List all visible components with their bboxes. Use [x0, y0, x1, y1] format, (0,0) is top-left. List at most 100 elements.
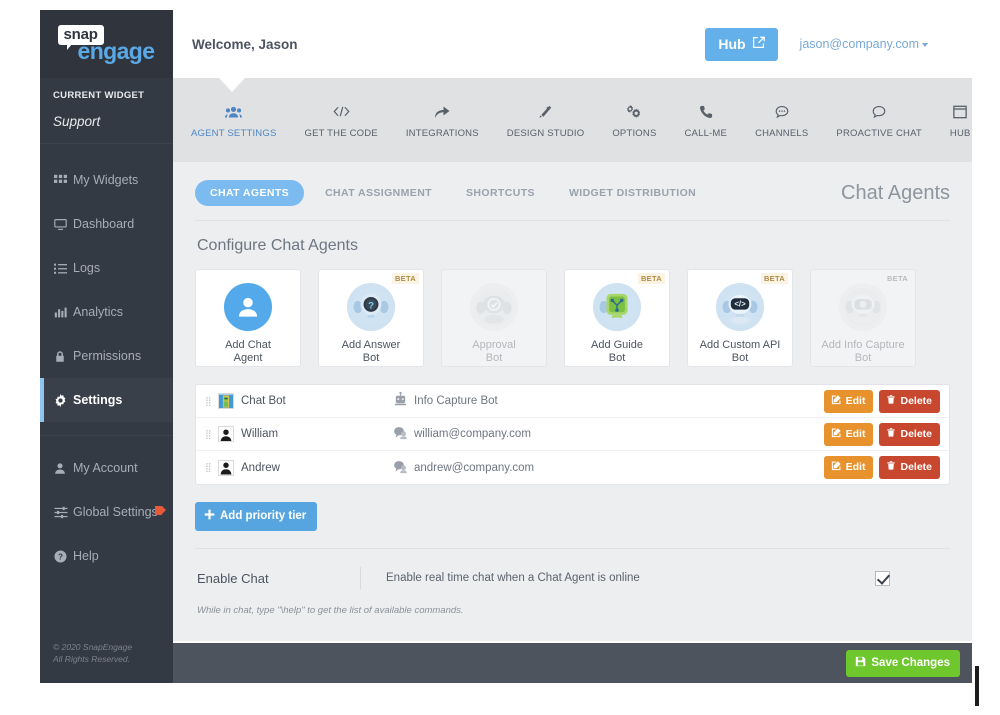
- people-icon: [191, 101, 277, 122]
- tab-integrations[interactable]: INTEGRATIONS: [392, 101, 493, 139]
- primary-tabs: AGENT SETTINGS GET THE CODE INTEGRATIONS…: [173, 78, 972, 162]
- save-changes-button[interactable]: Save Changes: [846, 649, 960, 677]
- tab-agent-settings[interactable]: AGENT SETTINGS: [177, 101, 291, 139]
- sidebar-item-dashboard[interactable]: Dashboard: [40, 202, 173, 246]
- delete-label: Delete: [900, 427, 932, 440]
- lock-icon: [54, 350, 73, 363]
- sidebar-item-global-settings[interactable]: Global Settings: [40, 490, 173, 534]
- tab-hub[interactable]: HUB: [936, 101, 972, 139]
- chat-bubble-icon: [836, 101, 922, 122]
- content-area: CHAT AGENTS CHAT ASSIGNMENT SHORTCUTS WI…: [173, 162, 972, 641]
- tab-call-me[interactable]: CALL-ME: [670, 101, 741, 139]
- copyright-line-2: All Rights Reserved.: [53, 653, 131, 664]
- trash-icon: [886, 394, 896, 408]
- agent-meta-text: william@company.com: [414, 428, 531, 440]
- user-menu[interactable]: jason@company.com: [800, 37, 954, 51]
- edit-button[interactable]: Edit: [823, 422, 874, 446]
- beta-badge: BETA: [760, 273, 788, 284]
- copyright: © 2020 SnapEngage All Rights Reserved.: [53, 642, 132, 665]
- list-icon: [54, 262, 73, 275]
- subtab-chat-assignment[interactable]: CHAT ASSIGNMENT: [312, 180, 445, 206]
- card-add-info-capture-bot: BETA Add Info Capture Bot: [810, 269, 916, 367]
- delete-button[interactable]: Delete: [879, 422, 940, 446]
- current-widget-label: CURRENT WIDGET: [53, 90, 145, 101]
- chat-agent-icon: [393, 459, 408, 477]
- card-add-chat-agent[interactable]: Add Chat Agent: [195, 269, 301, 367]
- external-link-icon: [752, 36, 765, 52]
- enable-chat-setting: Enable Chat Enable real time chat when a…: [195, 549, 950, 605]
- delete-button[interactable]: Delete: [879, 389, 940, 413]
- sidebar-item-label: Permissions: [73, 349, 142, 363]
- sidebar-item-label: Help: [73, 549, 99, 563]
- edit-label: Edit: [845, 461, 866, 473]
- subtab-chat-agents[interactable]: CHAT AGENTS: [195, 180, 305, 206]
- table-row[interactable]: ⣿ Andrew andrew@company.com Edit Delete: [196, 451, 949, 484]
- question-circle-icon: ?: [54, 549, 73, 563]
- sidebar-item-my-account[interactable]: My Account: [40, 446, 173, 490]
- tab-label: CALL-ME: [684, 128, 728, 139]
- floppy-disk-icon: [855, 656, 866, 670]
- card-label: Add Guide Bot: [591, 338, 643, 365]
- svg-text:</>: </>: [734, 299, 746, 308]
- tab-get-the-code[interactable]: GET THE CODE: [291, 101, 392, 139]
- brand-logo[interactable]: snap engage: [40, 10, 173, 78]
- table-row[interactable]: ⣿ William william@company.com Edit Delet…: [196, 418, 949, 451]
- card-add-guide-bot[interactable]: BETA Add Guide Bot: [564, 269, 670, 367]
- topbar: Welcome, Jason Hub jason@company.com: [173, 10, 972, 78]
- chat-dots-icon: [755, 101, 808, 122]
- card-label: Add Custom API Bot: [699, 338, 781, 365]
- copyright-line-1: © 2020 SnapEngage: [53, 642, 133, 653]
- sidebar-item-analytics[interactable]: Analytics: [40, 290, 173, 334]
- secondary-tabs: CHAT AGENTS CHAT ASSIGNMENT SHORTCUTS WI…: [195, 180, 950, 206]
- drag-handle-icon[interactable]: ⣿: [205, 463, 218, 472]
- add-priority-tier-button[interactable]: Add priority tier: [195, 502, 318, 531]
- drag-handle-icon[interactable]: ⣿: [205, 396, 218, 405]
- tab-label: INTEGRATIONS: [405, 128, 479, 139]
- tab-label: CHANNELS: [755, 128, 809, 139]
- bot-icon: [393, 391, 408, 410]
- trash-icon: [886, 460, 896, 474]
- agent-meta: andrew@company.com: [393, 459, 824, 477]
- delete-label: Delete: [900, 461, 932, 473]
- sidebar-item-logs[interactable]: Logs: [40, 246, 173, 290]
- sidebar-item-help[interactable]: ? Help: [40, 534, 173, 578]
- hub-button[interactable]: Hub: [705, 27, 778, 61]
- subtab-shortcuts[interactable]: SHORTCUTS: [453, 180, 548, 206]
- sidebar-item-my-widgets[interactable]: My Widgets: [40, 158, 173, 202]
- tab-label: DESIGN STUDIO: [506, 128, 585, 139]
- tab-channels[interactable]: CHANNELS: [741, 101, 822, 139]
- hub-button-label: Hub: [718, 35, 746, 52]
- agent-meta-text: Info Capture Bot: [414, 395, 498, 407]
- sliders-icon: [54, 506, 73, 519]
- current-widget-name[interactable]: Support: [53, 114, 173, 129]
- add-priority-tier-label: Add priority tier: [220, 510, 307, 522]
- tab-design-studio[interactable]: DESIGN STUDIO: [493, 101, 599, 139]
- edit-button[interactable]: Edit: [823, 389, 874, 413]
- sidebar: snap engage CURRENT WIDGET Support My Wi…: [40, 10, 173, 683]
- delete-button[interactable]: Delete: [879, 456, 940, 479]
- main-area: Welcome, Jason Hub jason@company.com AGE…: [173, 10, 972, 683]
- edit-button[interactable]: Edit: [823, 456, 874, 479]
- card-add-custom-api-bot[interactable]: BETA </> Add Custom API Bot: [687, 269, 793, 367]
- sidebar-item-settings[interactable]: Settings: [40, 378, 173, 422]
- beta-badge: [536, 273, 542, 275]
- sidebar-item-permissions[interactable]: Permissions: [40, 334, 173, 378]
- section-title: Configure Chat Agents: [197, 237, 358, 254]
- bar-chart-icon: [54, 306, 73, 319]
- subtab-widget-distribution[interactable]: WIDGET DISTRIBUTION: [556, 180, 709, 206]
- table-row[interactable]: ⣿ Chat Bot Info Capture Bot Edit Delete: [196, 385, 949, 418]
- bot-card-list: Add Chat Agent BETA ? Add Answer Bot App…: [195, 269, 950, 367]
- edit-label: Edit: [845, 427, 866, 440]
- answer-bot-icon: ?: [347, 283, 395, 331]
- drag-handle-icon[interactable]: ⣿: [205, 429, 218, 438]
- tab-options[interactable]: OPTIONS: [598, 101, 670, 139]
- sidebar-item-label: Settings: [73, 393, 123, 407]
- window-icon: [950, 101, 971, 122]
- card-add-answer-bot[interactable]: BETA ? Add Answer Bot: [318, 269, 424, 367]
- help-hint: While in chat, type "\help" to get the l…: [197, 605, 464, 616]
- grid-icon: [54, 174, 73, 187]
- active-tab-pointer: [219, 78, 245, 92]
- notification-flag-icon: [155, 506, 166, 515]
- tab-proactive-chat[interactable]: PROACTIVE CHAT: [822, 101, 936, 139]
- enable-chat-checkbox[interactable]: [875, 570, 890, 586]
